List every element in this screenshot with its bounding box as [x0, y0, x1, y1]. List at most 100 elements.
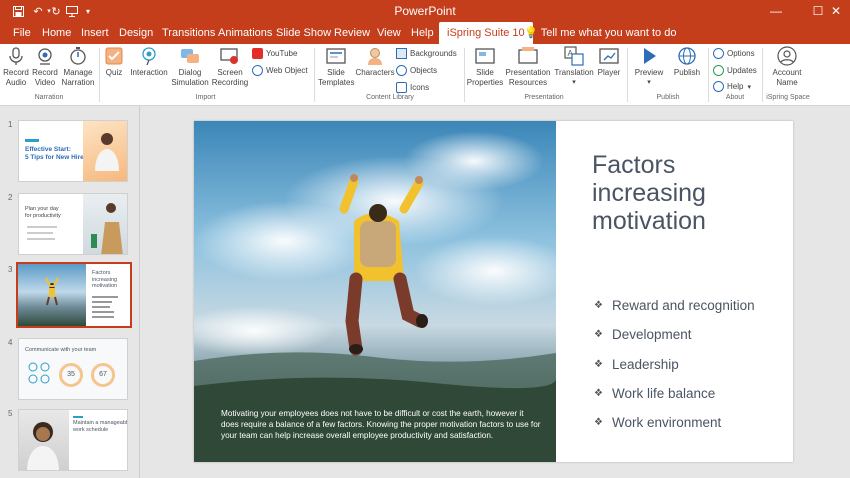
bullet-item: ❖ Reward and recognition — [594, 291, 755, 320]
dialog-simulation-button[interactable]: Dialog Simulation — [171, 46, 209, 87]
objects-button[interactable]: Objects — [396, 65, 437, 76]
account-icon — [777, 46, 797, 66]
web-object-label: Web Object — [266, 66, 308, 75]
characters-button[interactable]: Characters — [355, 46, 395, 78]
thumbnail-title: Effective Start: 5 Tips for New Hires — [25, 146, 88, 161]
slide-caption: Motivating your employees does not have … — [221, 409, 541, 440]
ribbon-divider — [314, 48, 315, 102]
tab-slide-show[interactable]: Slide Show — [276, 22, 331, 44]
icons-button[interactable]: Icons — [396, 82, 429, 93]
record-audio-button[interactable]: Record Audio — [2, 46, 30, 87]
tab-file[interactable]: File — [13, 22, 31, 44]
characters-label: Characters — [355, 68, 395, 77]
thumbnail-title: Factors increasing motivation — [92, 270, 118, 289]
thumbnail-title: Plan your day for productivity — [25, 206, 61, 219]
manage-narration-button[interactable]: Manage Narration — [60, 46, 96, 87]
tab-transitions[interactable]: Transitions — [162, 22, 215, 44]
manage-narration-label: Manage Narration — [61, 68, 95, 87]
interaction-label: Interaction — [130, 68, 168, 77]
screen-recording-button[interactable]: Screen Recording — [211, 46, 249, 87]
webcam-icon — [38, 48, 52, 65]
ribbon-tabs: File Home Insert Design Transitions Anim… — [0, 22, 850, 44]
updates-button[interactable]: Updates — [713, 65, 757, 76]
help-label: Help — [727, 82, 744, 91]
presentation-group-label: Presentation — [524, 94, 564, 101]
slide-thumbnail-4[interactable]: Communicate with your team 35 67 — [18, 338, 128, 400]
youtube-button[interactable]: YouTube — [252, 48, 297, 59]
screen-record-icon — [220, 48, 238, 64]
backgrounds-icon — [396, 48, 407, 59]
help-button[interactable]: Help ▾ — [713, 81, 751, 92]
preview-dropdown-icon[interactable]: ▾ — [632, 78, 666, 88]
bullet-text: Development — [612, 327, 692, 343]
ribbon: Record Audio Record Video Manage Narrati… — [0, 44, 850, 106]
thumbnail-image — [83, 121, 127, 181]
player-button[interactable]: Player — [596, 46, 622, 78]
slide-templates-label: Slide Templates — [318, 68, 355, 87]
minimize-icon[interactable]: — — [764, 0, 788, 22]
tell-me-search[interactable]: 💡 Tell me what you want to do — [524, 22, 676, 44]
thumbnail-line — [92, 306, 110, 308]
ribbon-divider — [99, 48, 100, 102]
bullet-text: Work environment — [612, 415, 722, 431]
translation-button[interactable]: A Translation ▾ — [553, 46, 595, 87]
tab-design[interactable]: Design — [119, 22, 153, 44]
bullet-list: ❖ Reward and recognition ❖ Development ❖ Le… — [594, 291, 755, 437]
tab-review[interactable]: Review — [334, 22, 370, 44]
slide-thumbnail-3[interactable]: Factors increasing motivation — [16, 262, 132, 328]
bullet-item: ❖ Work environment — [594, 408, 755, 437]
ribbon-divider — [464, 48, 465, 102]
quiz-button[interactable]: Quiz — [103, 46, 125, 78]
bullet-text: Leadership — [612, 356, 679, 372]
stopwatch-icon — [70, 47, 86, 65]
slide-canvas[interactable]: Motivating your employees does not have … — [194, 121, 793, 462]
window-title: PowerPoint — [394, 4, 456, 18]
thumbnail-line — [92, 301, 112, 303]
tab-ispring-suite[interactable]: iSpring Suite 10 — [439, 22, 533, 44]
tab-home[interactable]: Home — [42, 22, 71, 44]
about-group-label: About — [725, 94, 745, 101]
bullet-text: Work life balance — [612, 386, 716, 402]
updates-label: Updates — [727, 66, 757, 75]
account-name-button[interactable]: Account Name — [768, 46, 806, 87]
translation-label: Translation — [554, 68, 594, 77]
bullet-diamond-icon: ❖ — [594, 417, 603, 429]
slide-templates-button[interactable]: Slide Templates — [318, 46, 354, 87]
icons-icon — [396, 82, 407, 93]
slide-number: 1 — [8, 120, 13, 129]
interaction-icon — [142, 47, 156, 66]
slide-properties-button[interactable]: Slide Properties — [466, 46, 504, 87]
account-name-label: Account Name — [772, 68, 802, 87]
tab-insert[interactable]: Insert — [81, 22, 109, 44]
slide-thumbnail-5[interactable]: Maintain a manageable work schedule — [18, 409, 128, 471]
slide-number: 4 — [8, 338, 13, 347]
help-icon — [713, 81, 724, 92]
thumbnail-chart-icon — [28, 362, 50, 384]
tab-animations[interactable]: Animations — [218, 22, 272, 44]
icons-label: Icons — [410, 83, 430, 92]
tab-help[interactable]: Help — [411, 22, 434, 44]
slide-properties-icon — [475, 48, 495, 64]
translation-dropdown-icon[interactable]: ▾ — [553, 78, 595, 88]
interaction-button[interactable]: Interaction — [128, 46, 170, 78]
web-object-button[interactable]: Web Object — [252, 65, 308, 76]
slide-thumbnail-1[interactable]: Effective Start: 5 Tips for New Hires — [18, 120, 128, 182]
presentation-resources-button[interactable]: Presentation Resources — [505, 46, 551, 87]
preview-button[interactable]: Preview ▾ — [632, 46, 666, 87]
record-video-button[interactable]: Record Video — [31, 46, 59, 87]
backgrounds-label: Backgrounds — [410, 49, 457, 58]
quiz-label: Quiz — [105, 68, 123, 77]
slide-title: Factors increasing motivation — [592, 151, 706, 235]
thumbnail-line — [92, 316, 114, 318]
options-button[interactable]: Options — [713, 48, 755, 59]
quiz-icon — [105, 47, 123, 65]
slide-thumbnail-2[interactable]: Plan your day for productivity — [18, 193, 128, 255]
player-icon — [599, 48, 619, 64]
dialog-icon — [181, 49, 199, 63]
help-dropdown-icon[interactable]: ▾ — [747, 83, 751, 91]
close-icon[interactable]: ✕ — [824, 0, 848, 22]
backgrounds-button[interactable]: Backgrounds — [396, 48, 457, 59]
objects-icon — [396, 65, 407, 76]
tab-view[interactable]: View — [377, 22, 401, 44]
publish-button[interactable]: Publish — [670, 46, 704, 78]
